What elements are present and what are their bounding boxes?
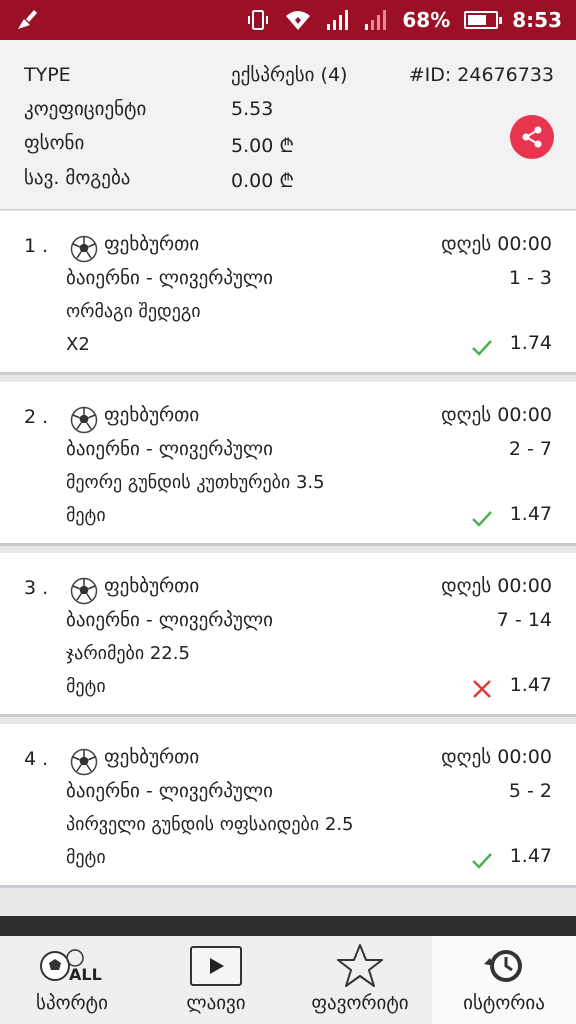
nav-favorites[interactable]: ფავორიტი xyxy=(288,936,432,1024)
soccer-ball-icon xyxy=(70,748,98,776)
possible-win-label: სავ. მოგება xyxy=(24,167,131,189)
bet-number: 1 . xyxy=(24,235,49,257)
bottom-nav: ALL სპორტი ლაივი ფავორიტი ისტორია xyxy=(0,936,576,1024)
sport-name: ფეხბურთი xyxy=(104,746,200,768)
vibrate-icon xyxy=(246,8,270,32)
stake-label: ფსონი xyxy=(24,132,85,154)
match-score: 2 - 7 xyxy=(508,438,552,460)
sport-name: ფეხბურთი xyxy=(104,575,200,597)
match-name: ბაიერნი - ლივერპული xyxy=(66,438,273,460)
battery-percent: 68% xyxy=(402,8,451,32)
event-time: დღეს 00:00 xyxy=(441,233,552,255)
bet-card[interactable]: 4 . ფეხბურთი დღეს 00:00 ბაიერნი - ლივერპული… xyxy=(0,724,576,888)
coefficient-label: კოეფიციენტი xyxy=(24,98,147,120)
history-clock-icon xyxy=(480,944,528,988)
stake-value: 5.00 ₾ xyxy=(231,135,294,157)
bet-odd: 1.47 xyxy=(509,503,552,525)
bet-card[interactable]: 2 . ფეხბურთი დღეს 00:00 ბაიერნი - ლივერპული… xyxy=(0,382,576,546)
bet-odd: 1.74 xyxy=(509,332,552,354)
check-icon xyxy=(470,506,494,530)
match-name: ბაიერნი - ლივერპული xyxy=(66,609,273,631)
nav-divider xyxy=(0,916,576,936)
type-value: ექსპრესი (4) xyxy=(231,64,348,86)
bet-market: მეორე გუნდის კუთხურები 3.5 xyxy=(66,472,325,493)
match-score: 5 - 2 xyxy=(508,780,552,802)
nav-live[interactable]: ლაივი xyxy=(144,936,288,1024)
soccer-ball-icon xyxy=(70,235,98,263)
cross-icon xyxy=(470,677,494,701)
signal-icon xyxy=(326,9,350,31)
ticket-id: #ID: 24676733 xyxy=(408,64,554,86)
nav-favorites-label: ფავორიტი xyxy=(311,992,409,1014)
event-time: დღეს 00:00 xyxy=(441,575,552,597)
soccer-ball-icon xyxy=(70,406,98,434)
nav-sports-label: სპორტი xyxy=(36,992,108,1014)
bet-odd: 1.47 xyxy=(509,845,552,867)
nav-history-label: ისტორია xyxy=(463,992,545,1014)
bet-market: პირველი გუნდის ოფსაიდები 2.5 xyxy=(66,814,354,835)
event-time: დღეს 00:00 xyxy=(441,746,552,768)
bet-card[interactable]: 1 . ფეხბურთი დღეს 00:00 ბაიერნი - ლივერპული… xyxy=(0,211,576,375)
match-score: 1 - 3 xyxy=(508,267,552,289)
nav-sports[interactable]: ALL სპორტი xyxy=(0,936,144,1024)
sport-name: ფეხბურთი xyxy=(104,233,200,255)
sports-badge: ALL xyxy=(69,965,102,984)
possible-win-value: 0.00 ₾ xyxy=(231,170,294,192)
status-bar: 68% 8:53 xyxy=(0,0,576,40)
sport-name: ფეხბურთი xyxy=(104,404,200,426)
share-icon xyxy=(522,126,542,148)
check-icon xyxy=(470,335,494,359)
bet-pick: მეტი xyxy=(66,847,106,868)
match-score: 7 - 14 xyxy=(496,609,552,631)
soccer-ball-icon xyxy=(70,577,98,605)
bet-odd: 1.47 xyxy=(509,674,552,696)
bet-number: 2 . xyxy=(24,406,49,428)
bet-market: ორმაგი შედეგი xyxy=(66,301,201,322)
check-icon xyxy=(470,848,494,872)
bet-market: ჯარიმები 22.5 xyxy=(66,643,190,664)
coefficient-value: 5.53 xyxy=(231,98,274,120)
event-time: დღეს 00:00 xyxy=(441,404,552,426)
ticket-summary: TYPE ექსპრესი (4) #ID: 24676733 კოეფიციე… xyxy=(0,40,576,210)
match-name: ბაიერნი - ლივერპული xyxy=(66,267,273,289)
clock: 8:53 xyxy=(512,8,562,32)
bet-pick: მეტი xyxy=(66,505,106,526)
match-name: ბაიერნი - ლივერპული xyxy=(66,780,273,802)
bet-pick: მეტი xyxy=(66,676,106,697)
wifi-icon xyxy=(284,8,312,32)
play-icon xyxy=(189,944,243,988)
type-label: TYPE xyxy=(24,64,71,86)
signal-weak-icon xyxy=(364,9,388,31)
nav-live-label: ლაივი xyxy=(186,992,246,1014)
nav-history[interactable]: ისტორია xyxy=(432,936,576,1024)
bet-pick: X2 xyxy=(66,334,90,355)
bet-number: 4 . xyxy=(24,748,49,770)
bet-number: 3 . xyxy=(24,577,49,599)
soccer-ball-all-icon: ALL xyxy=(39,944,105,988)
star-icon xyxy=(336,944,384,988)
cleaner-icon xyxy=(14,7,40,33)
bet-card[interactable]: 3 . ფეხბურთი დღეს 00:00 ბაიერნი - ლივერპული… xyxy=(0,553,576,717)
battery-icon xyxy=(464,11,503,29)
share-button[interactable] xyxy=(510,115,554,159)
